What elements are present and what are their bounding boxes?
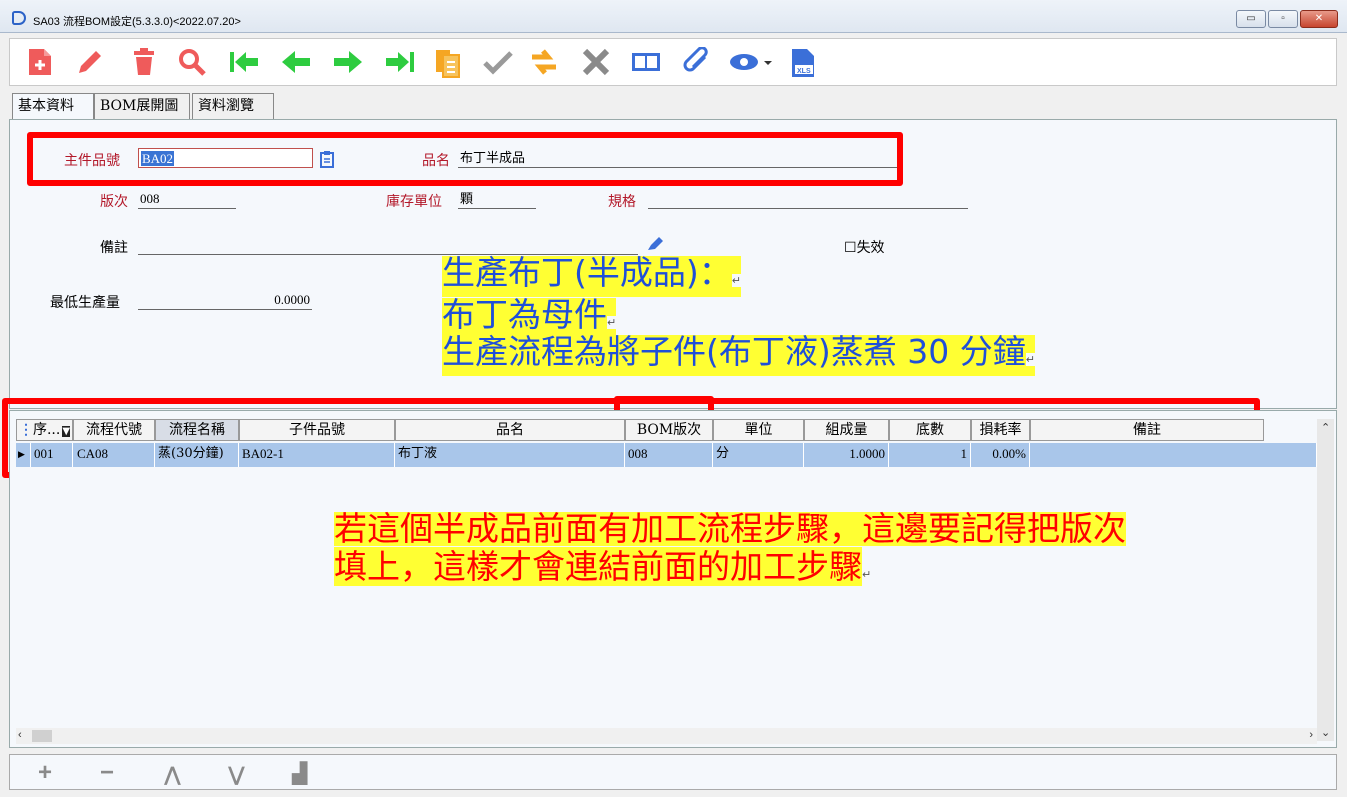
stock-unit-label: 庫存單位 (386, 194, 442, 210)
scroll-right-icon[interactable]: › (1309, 729, 1313, 741)
tree-view-button[interactable]: ▟ (292, 761, 307, 786)
last-record-icon[interactable] (384, 47, 416, 79)
first-record-icon[interactable] (228, 47, 260, 79)
confirm-icon[interactable] (482, 47, 514, 79)
previous-record-icon[interactable] (280, 47, 312, 79)
annotation-line-1: 生產布丁(半成品)：↵ (442, 256, 741, 297)
new-icon[interactable] (24, 47, 56, 79)
cell-bom-version[interactable]: 008 (625, 443, 713, 467)
min-qty-label: 最低生產量 (50, 295, 120, 311)
svg-text:XLS: XLS (797, 68, 811, 75)
column-header-child-part[interactable]: 子件品號 (239, 419, 395, 441)
version-label: 版次 (100, 194, 128, 210)
main-toolbar: XLS (9, 38, 1337, 86)
scroll-up-icon[interactable]: ⌃ (1321, 421, 1330, 434)
vertical-scrollbar[interactable]: ⌃ ⌄ (1317, 419, 1334, 741)
cell-unit[interactable]: 分 (713, 443, 804, 467)
column-header-remark[interactable]: 備註 (1030, 419, 1264, 441)
spec-field[interactable] (648, 189, 968, 209)
tab-data-browse[interactable]: 資料瀏覽 (192, 93, 274, 119)
annotation-2-line-2: 填上，這樣才會連結前面的加工步驟↵ (334, 547, 872, 586)
cell-seq[interactable]: 001 (31, 443, 73, 467)
horizontal-scrollbar[interactable]: ‹ › (16, 728, 1317, 744)
table-row[interactable]: ▶ 001 CA08 蒸(30分鐘) BA02-1 布丁液 008 分 1.00… (16, 443, 1317, 467)
scroll-thumb[interactable] (32, 730, 52, 742)
tab-basic-info[interactable]: 基本資料 (12, 93, 94, 120)
highlight-box-main-part (27, 132, 903, 186)
next-record-icon[interactable] (332, 47, 364, 79)
maximize-button[interactable]: ▫ (1268, 10, 1298, 28)
add-row-button[interactable]: + (38, 759, 52, 787)
scroll-left-icon[interactable]: ‹ (18, 729, 22, 741)
app-icon (12, 11, 26, 25)
column-header-unit[interactable]: 單位 (713, 419, 804, 441)
column-header-seq[interactable]: ⋮序... ▼ (16, 419, 73, 441)
title-bar: SA03 流程BOM設定(5.3.3.0)<2022.07.20> ▭ ▫ ✕ (0, 0, 1347, 33)
cell-quantity[interactable]: 1.0000 (804, 443, 889, 467)
tab-bom-tree[interactable]: BOM展開圖 (94, 93, 190, 119)
remove-row-button[interactable]: − (100, 759, 114, 787)
column-header-process-code[interactable]: 流程代號 (73, 419, 155, 441)
minimize-button[interactable]: ▭ (1236, 10, 1266, 28)
cell-remark[interactable] (1030, 443, 1317, 467)
column-header-process-name[interactable]: 流程名稱 (155, 419, 239, 441)
column-header-name[interactable]: 品名 (395, 419, 625, 441)
book-icon[interactable] (630, 47, 662, 79)
invalid-checkbox[interactable]: ☐失效 (844, 237, 885, 257)
search-icon[interactable] (176, 47, 208, 79)
stock-unit-field[interactable]: 顆 (458, 189, 536, 209)
column-header-base[interactable]: 底數 (889, 419, 971, 441)
edit-icon[interactable] (74, 47, 106, 79)
window-title: SA03 流程BOM設定(5.3.3.0)<2022.07.20> (33, 16, 241, 28)
close-button[interactable]: ✕ (1300, 10, 1338, 28)
excel-export-icon[interactable]: XLS (788, 47, 820, 79)
move-up-button[interactable]: ⋀ (164, 762, 181, 787)
copy-icon[interactable] (432, 47, 464, 79)
min-qty-field[interactable]: 0.0000 (138, 290, 312, 310)
cell-process-name[interactable]: 蒸(30分鐘) (155, 443, 239, 467)
cancel-icon[interactable] (580, 47, 612, 79)
spec-label: 規格 (608, 194, 636, 210)
remark-label: 備註 (100, 240, 128, 256)
move-down-button[interactable]: ⋁ (228, 762, 245, 787)
attachment-icon[interactable] (682, 46, 714, 79)
annotation-line-3: 生產流程為將子件(布丁液)蒸煮 30 分鐘↵ (442, 335, 1035, 376)
column-header-bom-version[interactable]: BOM版次 (625, 419, 713, 441)
annotation-2-line-1: 若這個半成品前面有加工流程步驟，這邊要記得把版次 (334, 509, 1126, 548)
delete-icon[interactable] (128, 47, 160, 79)
cell-loss-rate[interactable]: 0.00% (971, 443, 1030, 467)
row-pointer-icon: ▶ (16, 443, 31, 467)
grid-toolbar: + − ⋀ ⋁ ▟ (9, 754, 1337, 790)
version-field[interactable]: 008 (138, 189, 236, 209)
refresh-icon[interactable] (528, 47, 560, 79)
remark-field[interactable] (138, 235, 638, 255)
column-header-quantity[interactable]: 組成量 (804, 419, 889, 441)
cell-base[interactable]: 1 (889, 443, 971, 467)
scroll-down-icon[interactable]: ⌄ (1321, 726, 1330, 739)
view-icon[interactable] (728, 47, 780, 79)
cell-child-part[interactable]: BA02-1 (239, 443, 395, 467)
cell-name[interactable]: 布丁液 (395, 443, 625, 467)
column-header-loss-rate[interactable]: 損耗率 (971, 419, 1030, 441)
cell-process-code[interactable]: CA08 (73, 443, 155, 467)
